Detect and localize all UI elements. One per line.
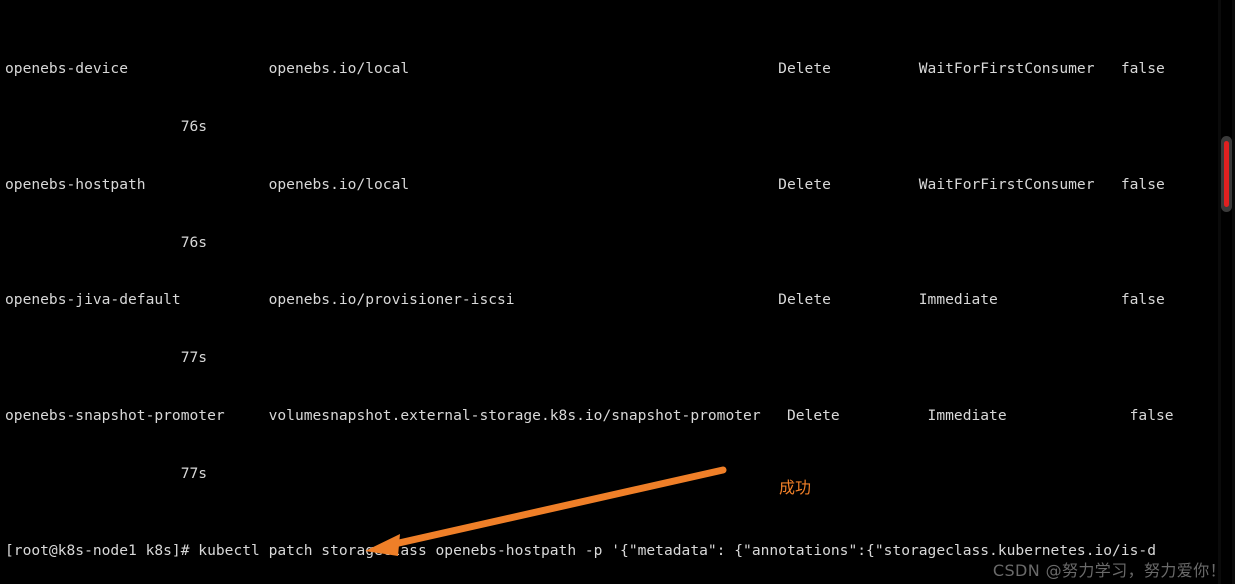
storageclass-row-openebs-hostpath-age: 76s xyxy=(5,233,208,251)
storageclass-row-openebs-hostpath: openebs-hostpath openebs.io/local Delete… xyxy=(5,175,1165,193)
terminal-window: openebs-device openebs.io/local Delete W… xyxy=(0,0,1235,584)
storageclass-row-openebs-jiva-default: openebs-jiva-default openebs.io/provisio… xyxy=(5,291,1165,309)
annotation-label-success: 成功 xyxy=(779,478,812,497)
storageclass-row-openebs-device-age: 76s xyxy=(5,117,208,135)
storageclass-row-openebs-device: openebs-device openebs.io/local Delete W… xyxy=(5,59,1165,77)
storageclass-row-openebs-snapshot-promoter: openebs-snapshot-promoter volumesnapshot… xyxy=(5,407,1174,425)
command-kubectl-patch: [root@k8s-node1 k8s]# kubectl patch stor… xyxy=(5,542,1156,560)
scrollbar[interactable] xyxy=(1218,0,1235,584)
scrollbar-track[interactable] xyxy=(1221,0,1232,584)
storageclass-row-openebs-jiva-default-age: 77s xyxy=(5,349,208,367)
storageclass-row-openebs-snapshot-promoter-age: 77s xyxy=(5,465,208,483)
terminal-output-area[interactable]: openebs-device openebs.io/local Delete W… xyxy=(0,0,1218,584)
scrollbar-thumb[interactable] xyxy=(1221,136,1232,212)
watermark: CSDN @努力学习，努力爱你！ xyxy=(992,560,1226,580)
